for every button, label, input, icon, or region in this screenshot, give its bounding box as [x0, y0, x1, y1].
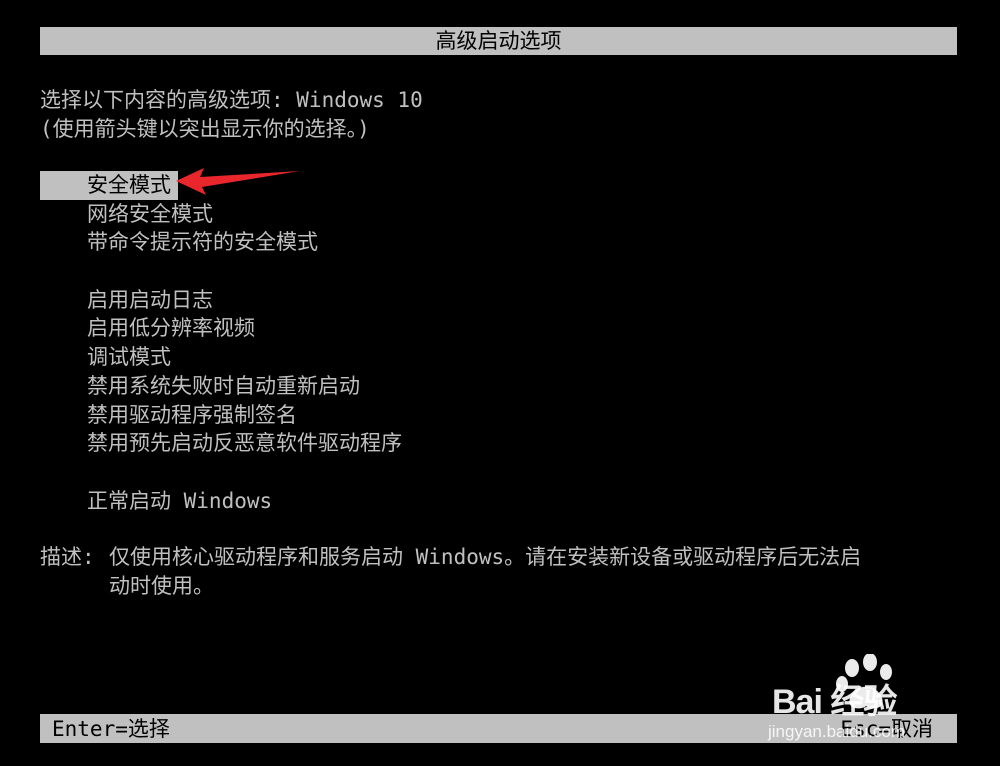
description-section: 描述: 仅使用核心驱动程序和服务启动 Windows。请在安装新设备或驱动程序后… — [40, 543, 940, 601]
menu-divider — [40, 257, 940, 286]
baidu-watermark: Bai 经验 jingyan.baidu.com — [762, 654, 962, 746]
menu-item-safe-mode-networking[interactable]: 网络安全模式 — [40, 200, 940, 229]
menu-item-low-resolution-video[interactable]: 启用低分辨率视频 — [40, 314, 940, 343]
boot-screen: 高级启动选项 选择以下内容的高级选项: Windows 10 (使用箭头键以突出… — [0, 0, 1000, 766]
enter-select-hint: Enter=选择 — [52, 717, 170, 741]
menu-item-safe-mode[interactable]: 安全模式 — [40, 171, 178, 200]
boot-options-menu: 安全模式 网络安全模式 带命令提示符的安全模式 启用启动日志 启用低分辨率视频 … — [40, 171, 940, 515]
menu-item-boot-logging[interactable]: 启用启动日志 — [40, 286, 940, 315]
menu-item-disable-driver-signature[interactable]: 禁用驱动程序强制签名 — [40, 401, 940, 430]
prompt-text: 选择以下内容的高级选项: Windows 10 — [40, 88, 423, 112]
description-label: 描述: — [40, 545, 95, 569]
menu-divider — [40, 458, 940, 487]
red-arrow-annotation — [176, 168, 300, 195]
watermark-brand: Bai 经验 — [772, 683, 897, 721]
menu-item-debugging-mode[interactable]: 调试模式 — [40, 343, 940, 372]
page-title: 高级启动选项 — [435, 29, 562, 53]
watermark-url: jingyan.baidu.com — [768, 722, 906, 741]
description-text-line1: 仅使用核心驱动程序和服务启动 Windows。请在安装新设备或驱动程序后无法启 — [109, 545, 862, 569]
menu-item-disable-auto-restart[interactable]: 禁用系统失败时自动重新启动 — [40, 372, 940, 401]
prompt-hint: (使用箭头键以突出显示你的选择。) — [40, 117, 370, 141]
description-text-line2: 动时使用。 — [109, 574, 214, 598]
menu-item-start-windows-normally[interactable]: 正常启动 Windows — [40, 487, 940, 516]
menu-item-disable-early-antimalware[interactable]: 禁用预先启动反恶意软件驱动程序 — [40, 429, 940, 458]
title-bar: 高级启动选项 — [40, 27, 957, 55]
menu-item-safe-mode-command-prompt[interactable]: 带命令提示符的安全模式 — [40, 228, 940, 257]
